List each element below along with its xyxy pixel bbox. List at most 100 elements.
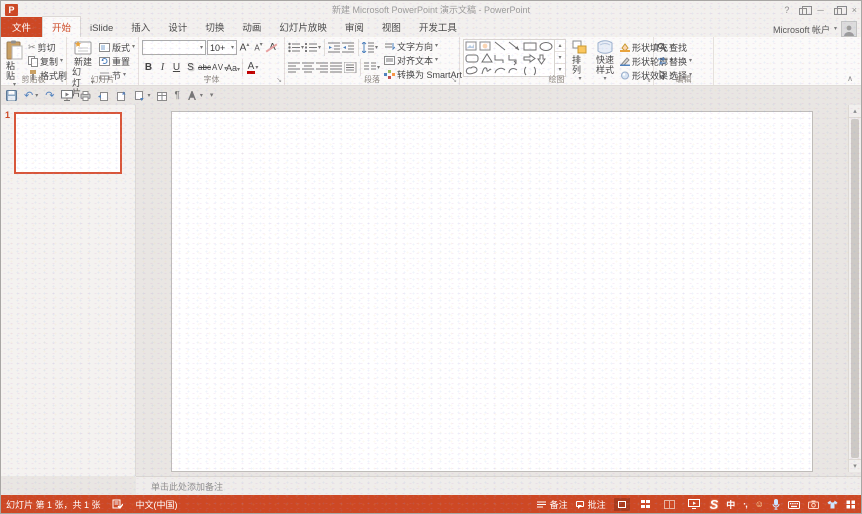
- notes-pane[interactable]: 单击此处添加备注: [136, 476, 861, 495]
- underline-button[interactable]: U: [170, 62, 183, 73]
- move-up-button[interactable]: [116, 90, 127, 101]
- justify-button[interactable]: [330, 62, 343, 73]
- powerpoint-app-icon[interactable]: P: [5, 4, 18, 16]
- restore-button[interactable]: [834, 8, 842, 15]
- grow-font-button[interactable]: A▴: [238, 42, 251, 53]
- ime-keyboard-button[interactable]: [788, 499, 800, 509]
- comment-icon: [576, 501, 584, 507]
- align-text-button[interactable]: 对齐文本 ▾: [384, 54, 467, 66]
- ime-toolbox-button[interactable]: [846, 499, 856, 509]
- reading-view-icon: [664, 500, 675, 509]
- paragraph-dialog-launcher[interactable]: ↘: [451, 77, 457, 84]
- bold-button[interactable]: B: [142, 62, 155, 73]
- slide-thumbnail-1[interactable]: [14, 112, 122, 174]
- account-menu[interactable]: Microsoft 帐户 ▾: [773, 21, 861, 37]
- vertical-scrollbar[interactable]: ▴ ▾: [848, 105, 861, 472]
- font-dialog-launcher[interactable]: ↘: [276, 77, 282, 84]
- start-from-beginning-button[interactable]: [61, 90, 73, 101]
- clipboard-dialog-launcher[interactable]: ↘: [58, 77, 64, 84]
- replace-button[interactable]: 替换 ▾: [657, 55, 710, 67]
- ime-voice-button[interactable]: [772, 498, 780, 509]
- redo-button[interactable]: ↷: [45, 89, 54, 102]
- scroll-down-button[interactable]: ▾: [849, 459, 861, 472]
- layout-button[interactable]: 版式 ▾: [99, 41, 135, 53]
- tab-review[interactable]: 审阅: [336, 17, 373, 37]
- tab-view[interactable]: 视图: [373, 17, 410, 37]
- copy-button[interactable]: 复制 ▾: [28, 55, 67, 67]
- tab-design[interactable]: 设计: [159, 17, 196, 37]
- italic-button[interactable]: I: [156, 62, 169, 73]
- reading-view-button[interactable]: [662, 498, 678, 511]
- font-name-combobox[interactable]: ▾: [142, 40, 206, 55]
- slide-indicator[interactable]: 幻灯片 第 1 张，共 1 张: [6, 498, 101, 511]
- line-spacing-button[interactable]: ▾: [362, 42, 378, 53]
- format-marks-button[interactable]: ¶: [174, 90, 179, 101]
- strikethrough-button[interactable]: abc: [198, 63, 211, 72]
- bullets-button[interactable]: ▾: [288, 42, 304, 53]
- slideshow-view-button[interactable]: [686, 498, 702, 511]
- shapes-scroll-down[interactable]: ▾: [555, 52, 565, 64]
- align-left-button[interactable]: [288, 62, 301, 73]
- print-preview-button[interactable]: [80, 90, 91, 101]
- change-case-button[interactable]: Aa▾: [226, 63, 239, 73]
- normal-view-button[interactable]: [614, 498, 630, 511]
- ribbon-display-options-button[interactable]: [799, 8, 807, 15]
- tab-transitions[interactable]: 切换: [196, 17, 233, 37]
- ime-emoji-button[interactable]: ☺: [755, 499, 764, 509]
- decrease-indent-button[interactable]: [328, 42, 341, 53]
- reset-button[interactable]: 重置: [99, 55, 135, 67]
- collapse-ribbon-button[interactable]: ∧: [847, 74, 853, 83]
- clear-formatting-button[interactable]: A: [266, 42, 279, 53]
- tab-developer[interactable]: 开发工具: [410, 17, 466, 37]
- qat-customize-button[interactable]: ▾: [210, 93, 214, 99]
- slide-sorter-view-button[interactable]: [638, 498, 654, 511]
- increase-indent-button[interactable]: [342, 42, 355, 53]
- font-color-button[interactable]: A▾: [246, 61, 259, 74]
- font-size-combobox[interactable]: 10+ ▾: [207, 40, 237, 55]
- align-center-button[interactable]: [302, 62, 315, 73]
- move-down-button[interactable]: ▾: [134, 91, 150, 101]
- find-button[interactable]: 查找: [657, 41, 710, 53]
- comments-toggle-button[interactable]: 批注: [576, 498, 606, 511]
- scroll-up-button[interactable]: ▴: [849, 105, 861, 118]
- table-button[interactable]: [157, 90, 167, 100]
- align-right-button[interactable]: [316, 62, 329, 73]
- text-shadow-button[interactable]: S: [184, 62, 197, 73]
- ime-screenshot-button[interactable]: [808, 499, 819, 509]
- text-direction-button[interactable]: 文字方向 ▾: [384, 40, 467, 52]
- notes-icon: [537, 500, 547, 509]
- shapes-scroll-up[interactable]: ▴: [555, 40, 565, 52]
- tab-home[interactable]: 开始: [42, 16, 81, 37]
- email-button[interactable]: [98, 90, 109, 100]
- ime-punctuation-toggle[interactable]: ·,: [743, 499, 747, 509]
- cut-button[interactable]: ✂ 剪切: [28, 41, 67, 53]
- notes-placeholder[interactable]: 单击此处添加备注: [151, 480, 223, 493]
- spell-check-button[interactable]: [112, 499, 123, 510]
- ime-skin-button[interactable]: [827, 499, 838, 509]
- distribute-text-button[interactable]: [344, 62, 357, 73]
- numbering-button[interactable]: ▾: [305, 42, 321, 53]
- drawing-dialog-launcher[interactable]: ↘: [645, 77, 651, 84]
- scrollbar-thumb[interactable]: [851, 119, 859, 458]
- tab-file[interactable]: 文件: [1, 17, 42, 37]
- ime-language-toggle[interactable]: 中: [726, 498, 735, 511]
- shrink-font-button[interactable]: A▾: [252, 42, 265, 53]
- character-spacing-button[interactable]: AV▾: [212, 63, 225, 72]
- tab-slideshow[interactable]: 幻灯片放映: [270, 17, 336, 37]
- notes-toggle-button[interactable]: 备注: [537, 498, 568, 511]
- tab-insert[interactable]: 插入: [122, 17, 159, 37]
- help-button[interactable]: ?: [784, 5, 789, 15]
- font-tool-button[interactable]: ▾: [187, 91, 203, 100]
- close-button[interactable]: ×: [852, 5, 857, 15]
- columns-button[interactable]: ▾: [364, 62, 380, 73]
- tab-islide[interactable]: iSlide: [81, 20, 122, 37]
- language-indicator[interactable]: 中文(中国): [136, 498, 178, 511]
- avatar[interactable]: [841, 21, 857, 37]
- save-button[interactable]: [6, 90, 17, 101]
- slide-canvas[interactable]: [171, 111, 813, 472]
- minimize-button[interactable]: ─: [817, 5, 823, 15]
- sogou-ime-icon[interactable]: S: [710, 497, 719, 512]
- tab-animations[interactable]: 动画: [233, 17, 270, 37]
- shape-gallery[interactable]: ▴ ▾ ▾: [463, 39, 566, 77]
- undo-button[interactable]: ↶▾: [24, 89, 38, 102]
